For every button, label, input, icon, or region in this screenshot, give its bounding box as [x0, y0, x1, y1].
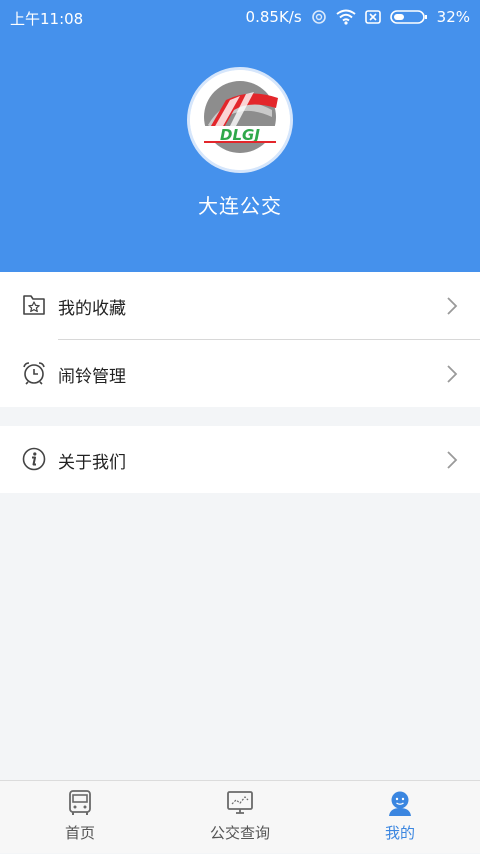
- tab-label: 首页: [64, 824, 95, 842]
- menu-item-about[interactable]: 关于我们: [0, 426, 480, 493]
- star-folder-icon: [21, 292, 47, 318]
- chevron-right-icon: [446, 296, 458, 316]
- menu-item-alarm[interactable]: 闹铃管理: [0, 340, 480, 407]
- menu-label: 关于我们: [58, 453, 126, 473]
- app-logo[interactable]: DLGJ: [187, 67, 293, 173]
- alarm-clock-icon: [21, 360, 47, 386]
- status-bar: 上午11:08 0.85K/s 32%: [0, 0, 480, 34]
- app-name: 大连公交: [198, 194, 282, 218]
- user-icon: [386, 789, 414, 817]
- battery-percent: 32%: [436, 8, 470, 26]
- tab-label: 我的: [384, 824, 415, 842]
- tab-mine[interactable]: 我的: [320, 781, 480, 854]
- monitor-icon: [226, 789, 254, 817]
- menu-item-favorites[interactable]: 我的收藏: [0, 272, 480, 339]
- chevron-right-icon: [446, 450, 458, 470]
- status-time: 上午11:08: [10, 10, 84, 28]
- info-icon: [21, 446, 47, 472]
- hotspot-icon: [311, 9, 327, 25]
- tab-bus-query[interactable]: 公交查询: [160, 781, 320, 854]
- bottom-tab-bar: 首页 公交查询 我的: [0, 780, 480, 853]
- menu-label: 我的收藏: [58, 299, 126, 319]
- wifi-icon: [336, 9, 356, 25]
- network-speed: 0.85K/s: [245, 8, 302, 26]
- menu-label: 闹铃管理: [58, 367, 126, 387]
- tab-label: 公交查询: [209, 824, 270, 842]
- tab-home[interactable]: 首页: [0, 781, 160, 854]
- bus-icon: [66, 789, 94, 817]
- profile-header: 上午11:08 0.85K/s 32% DLGJ 大连公交: [0, 0, 480, 272]
- battery-icon: [389, 9, 428, 25]
- chevron-right-icon: [446, 364, 458, 384]
- no-sim-icon: [364, 9, 381, 25]
- menu-group-1: 我的收藏 闹铃管理: [0, 272, 480, 407]
- status-indicators: 0.85K/s 32%: [246, 8, 470, 26]
- menu-group-2: 关于我们: [0, 426, 480, 493]
